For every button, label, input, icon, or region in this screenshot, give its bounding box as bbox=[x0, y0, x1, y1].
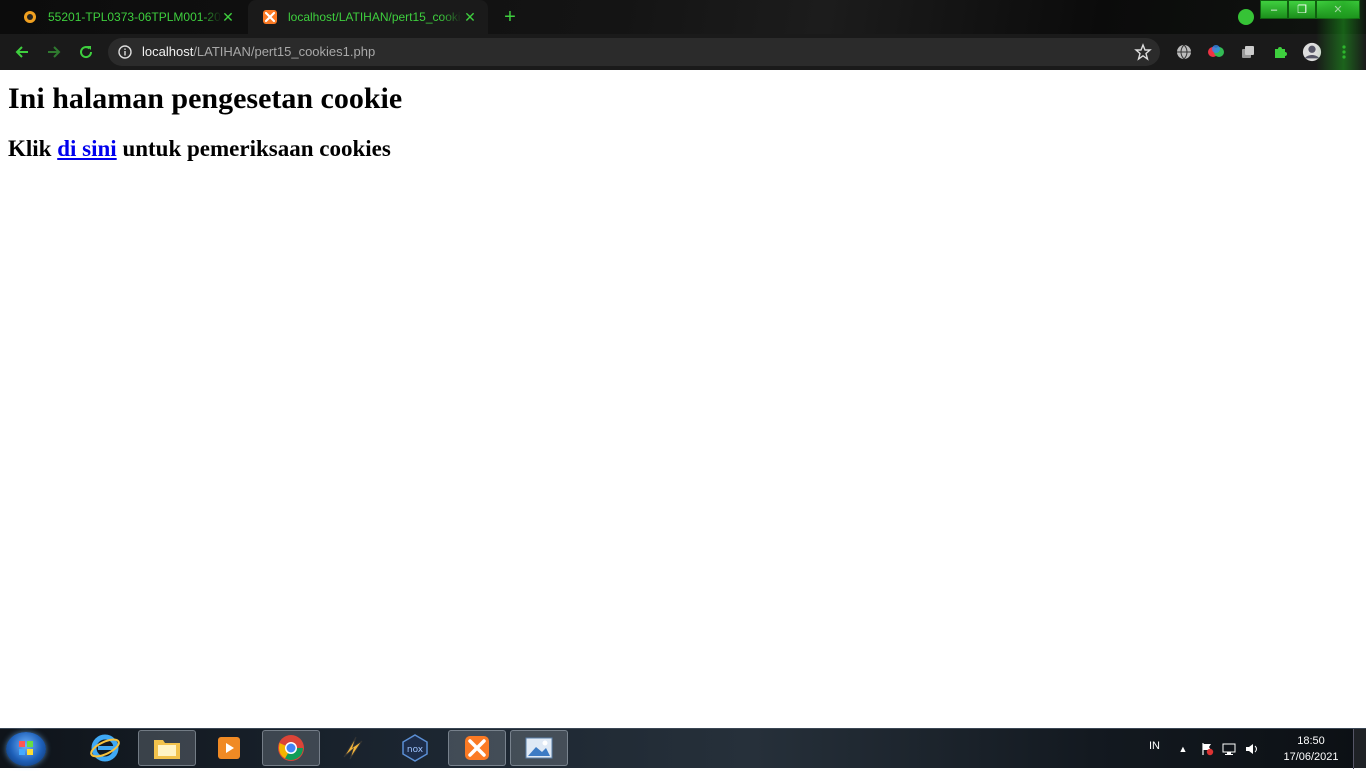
clock-time: 18:50 bbox=[1297, 735, 1325, 747]
media-player-icon[interactable] bbox=[200, 730, 258, 766]
tab-localhost[interactable]: localhost/LATIHAN/pert15_cookies1.php ✕ bbox=[248, 0, 488, 34]
back-icon[interactable] bbox=[12, 42, 32, 62]
window-controls: – ❐ ✕ bbox=[1260, 0, 1360, 19]
tab-search-icon[interactable] bbox=[1238, 9, 1254, 25]
start-button[interactable] bbox=[6, 732, 46, 766]
photo-viewer-icon[interactable] bbox=[510, 730, 568, 766]
tab-close-icon[interactable]: ✕ bbox=[220, 9, 236, 25]
tab-strip: 55201-TPL0373-06TPLM001-2021 ✕ localhost… bbox=[0, 0, 1366, 34]
color-extension-icon[interactable] bbox=[1206, 42, 1226, 62]
bookmark-star-icon[interactable] bbox=[1134, 43, 1152, 61]
volume-icon[interactable] bbox=[1240, 742, 1262, 756]
url-path: /LATIHAN/pert15_cookies1.php bbox=[193, 44, 376, 59]
xampp-icon bbox=[262, 9, 278, 25]
url-text: localhost/LATIHAN/pert15_cookies1.php bbox=[142, 44, 375, 59]
browser-window-chrome: 55201-TPL0373-06TPLM001-2021 ✕ localhost… bbox=[0, 0, 1366, 70]
show-desktop-button[interactable] bbox=[1353, 729, 1366, 769]
chrome-icon[interactable] bbox=[262, 730, 320, 766]
cookie-check-line: Klik di sini untuk pemeriksaan cookies bbox=[8, 136, 391, 162]
site-info-icon[interactable] bbox=[118, 45, 132, 59]
close-window-button[interactable]: ✕ bbox=[1316, 0, 1360, 19]
clock-date: 17/06/2021 bbox=[1283, 751, 1339, 763]
maximize-button[interactable]: ❐ bbox=[1288, 0, 1316, 19]
show-hidden-icons-chevron-icon[interactable]: ▲ bbox=[1176, 742, 1190, 756]
browser-toolbar: localhost/LATIHAN/pert15_cookies1.php bbox=[0, 34, 1366, 70]
url-host: localhost bbox=[142, 44, 194, 59]
tab-close-icon[interactable]: ✕ bbox=[462, 9, 478, 25]
web-page-content: Ini halaman pengesetan cookie Klik di si… bbox=[0, 70, 1366, 728]
tab-moodle[interactable]: 55201-TPL0373-06TPLM001-2021 ✕ bbox=[8, 0, 246, 34]
input-language-indicator[interactable]: IN bbox=[1149, 740, 1160, 752]
tab-manager-extension-icon[interactable] bbox=[1238, 42, 1258, 62]
page-heading: Ini halaman pengesetan cookie bbox=[8, 82, 403, 115]
profile-avatar-icon[interactable] bbox=[1302, 42, 1322, 62]
tab-title: localhost/LATIHAN/pert15_cookies1.php bbox=[288, 10, 462, 24]
xampp-icon[interactable] bbox=[448, 730, 506, 766]
clock[interactable]: 18:50 17/06/2021 bbox=[1276, 733, 1346, 765]
translate-extension-icon[interactable] bbox=[1174, 42, 1194, 62]
internet-explorer-icon[interactable] bbox=[76, 730, 134, 766]
new-tab-button[interactable]: + bbox=[500, 7, 520, 27]
file-explorer-icon[interactable] bbox=[138, 730, 196, 766]
reload-icon[interactable] bbox=[76, 42, 96, 62]
line-suffix: untuk pemeriksaan cookies bbox=[122, 136, 391, 161]
extensions-puzzle-icon[interactable] bbox=[1270, 42, 1290, 62]
svg-text:nox: nox bbox=[407, 745, 424, 755]
here-link[interactable]: di sini bbox=[57, 136, 116, 161]
address-bar[interactable]: localhost/LATIHAN/pert15_cookies1.php bbox=[108, 38, 1160, 66]
forward-icon[interactable] bbox=[44, 42, 64, 62]
nox-icon[interactable]: nox bbox=[386, 730, 444, 766]
tab-title: 55201-TPL0373-06TPLM001-2021 bbox=[48, 10, 222, 24]
network-icon[interactable] bbox=[1218, 742, 1240, 756]
winamp-icon[interactable] bbox=[324, 730, 382, 766]
system-tray: ▲ bbox=[1176, 729, 1262, 769]
line-prefix: Klik bbox=[8, 136, 52, 161]
minimize-button[interactable]: – bbox=[1260, 0, 1288, 19]
windows-taskbar: nox IN ▲ 18:50 17/06/2021 bbox=[0, 728, 1366, 769]
moodle-icon bbox=[22, 9, 38, 25]
action-center-flag-icon[interactable] bbox=[1196, 742, 1218, 756]
menu-kebab-icon[interactable] bbox=[1334, 42, 1354, 62]
